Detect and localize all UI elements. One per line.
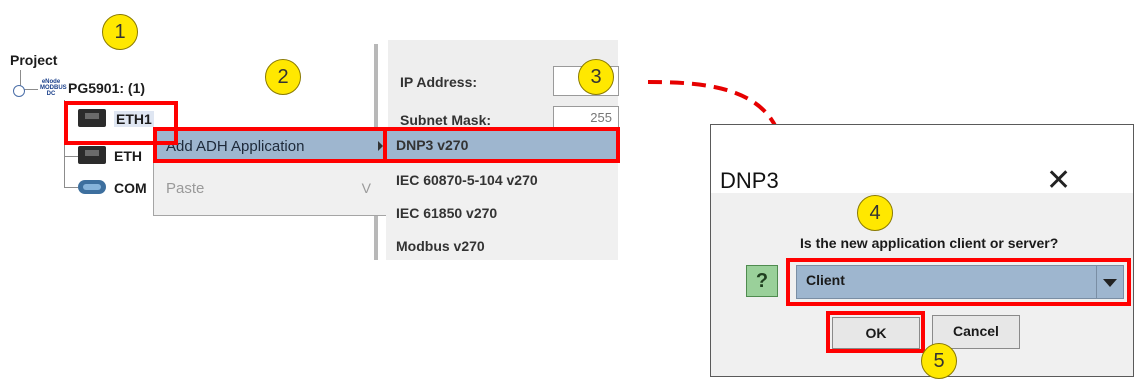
- step-badge-5: 5: [921, 343, 957, 379]
- submenu-item-label: IEC 60870-5-104 v270: [396, 172, 538, 188]
- tree-connector: [64, 187, 78, 188]
- highlight-dnp3: [383, 127, 620, 163]
- step-badge-3: 3: [578, 59, 614, 95]
- tree-node-device[interactable]: PG5901: (1): [68, 80, 145, 96]
- expand-toggle-icon[interactable]: [13, 85, 25, 97]
- question-icon: ?: [746, 265, 778, 297]
- device-icon: eNode MODBUS DC: [40, 79, 67, 97]
- step-badge-2: 2: [265, 59, 301, 95]
- subnet-mask-label: Subnet Mask:: [400, 112, 492, 128]
- step-badge-1: 1: [102, 14, 138, 50]
- ip-address-label: IP Address:: [400, 74, 478, 90]
- serial-port-icon: [78, 180, 106, 194]
- close-icon[interactable]: ✕: [1046, 166, 1071, 196]
- submenu-item-label: Modbus v270: [396, 238, 485, 254]
- tree-connector: [64, 156, 78, 157]
- submenu-item-iec-61850[interactable]: IEC 61850 v270: [386, 198, 618, 230]
- highlight-client-select: [786, 258, 1131, 306]
- project-root-label[interactable]: Project: [10, 52, 57, 68]
- submenu-item-iec-104[interactable]: IEC 60870-5-104 v270: [386, 165, 618, 197]
- menu-item-paste[interactable]: Paste V: [154, 173, 387, 205]
- submenu-item-modbus[interactable]: Modbus v270: [386, 231, 618, 263]
- submenu-item-label: IEC 61850 v270: [396, 205, 498, 221]
- highlight-ok-button: [826, 311, 925, 353]
- step-badge-4: 4: [857, 195, 893, 231]
- tree-node-com[interactable]: COM: [114, 180, 147, 196]
- menu-shortcut: V: [361, 180, 371, 196]
- dialog-title: DNP3: [720, 168, 779, 193]
- tree-node-eth2[interactable]: ETH: [114, 148, 142, 164]
- highlight-add-adh-application: [153, 127, 387, 163]
- subnet-mask-value: 255: [590, 110, 612, 125]
- ethernet-port-icon: [78, 146, 106, 164]
- dialog-question: Is the new application client or server?: [800, 235, 1059, 251]
- menu-item-label: Paste: [166, 180, 205, 197]
